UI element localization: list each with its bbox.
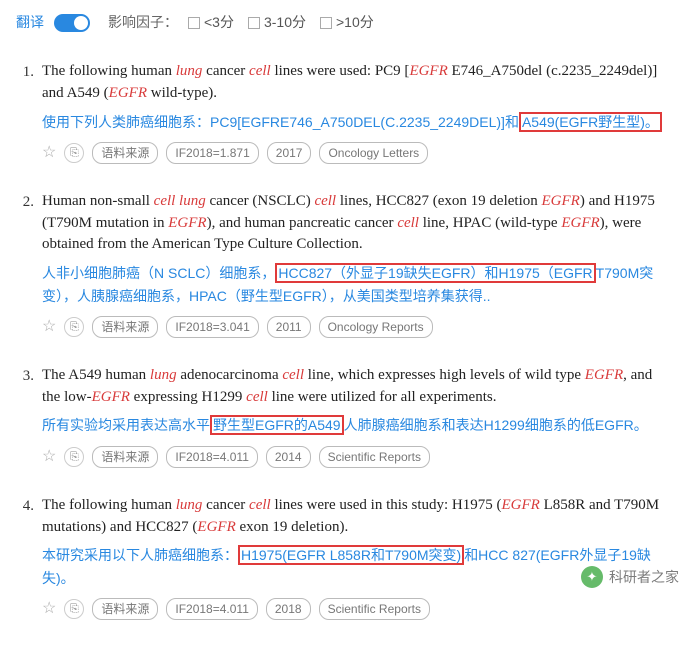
cn-text: 使用下列人类肺癌细胞系：PC9[EGFRE746_A750DEL(C.2235_… — [42, 114, 519, 130]
if-pill: IF2018=4.011 — [166, 598, 258, 620]
english-sentence: The following human lung cancer cell lin… — [42, 61, 673, 105]
watermark-text: 科研者之家 — [609, 567, 679, 588]
if-pill: IF2018=3.041 — [166, 316, 258, 338]
english-sentence: Human non-small cell lung cancer (NSCLC)… — [42, 191, 673, 256]
checkbox-icon — [320, 17, 332, 29]
copy-icon[interactable]: ⎘ — [64, 317, 84, 337]
year-pill: 2017 — [267, 142, 312, 164]
checkbox-icon — [188, 17, 200, 29]
journal-pill[interactable]: Oncology Reports — [319, 316, 433, 338]
result-entry: 3.The A549 human lung adenocarcinoma cel… — [16, 365, 673, 469]
journal-pill[interactable]: Scientific Reports — [319, 446, 430, 468]
gene-keyword: EGFR — [197, 519, 235, 535]
cn-text: 人非小细胞肺癌（N SCLC）细胞系， — [42, 265, 275, 281]
journal-pill[interactable]: Oncology Letters — [319, 142, 428, 164]
impact-factor-label: 影响因子： — [108, 12, 178, 33]
copy-icon[interactable]: ⎘ — [64, 599, 84, 619]
keyword: cell — [397, 215, 419, 231]
source-pill[interactable]: 语料来源 — [92, 316, 158, 338]
filter-gt10[interactable]: >10分 — [320, 12, 374, 33]
highlighted-span: HCC827（外显子19缺失EGFR）和H1975（EGFR — [275, 263, 595, 283]
copy-icon[interactable]: ⎘ — [64, 447, 84, 467]
source-pill[interactable]: 语料来源 — [92, 598, 158, 620]
chinese-translation[interactable]: 使用下列人类肺癌细胞系：PC9[EGFRE746_A750DEL(C.2235_… — [42, 111, 673, 133]
meta-row: ☆ ⎘ 语料来源 IF2018=4.011 2018 Scientific Reports — [42, 597, 673, 621]
entry-number: 1. — [16, 61, 42, 165]
star-icon[interactable]: ☆ — [42, 315, 56, 339]
keyword: cell — [282, 367, 304, 383]
entry-number: 4. — [16, 495, 42, 621]
gene-keyword: EGFR — [168, 215, 206, 231]
star-icon[interactable]: ☆ — [42, 445, 56, 469]
translate-toggle[interactable] — [54, 14, 90, 32]
keyword: cell lung — [154, 193, 206, 209]
checkbox-icon — [248, 17, 260, 29]
cn-text: 本研究采用以下人肺癌细胞系： — [42, 547, 238, 563]
result-entry: 1.The following human lung cancer cell l… — [16, 61, 673, 165]
gene-keyword: EGFR — [92, 389, 130, 405]
keyword: cell — [249, 63, 271, 79]
chinese-translation[interactable]: 本研究采用以下人肺癌细胞系：H1975(EGFR L858R和T790M突变)和… — [42, 544, 673, 589]
keyword: cell — [246, 389, 268, 405]
gene-keyword: EGFR — [561, 215, 599, 231]
source-pill[interactable]: 语料来源 — [92, 142, 158, 164]
english-sentence: The A549 human lung adenocarcinoma cell … — [42, 365, 673, 409]
highlighted-span: 野生型EGFR的A549 — [210, 415, 344, 435]
copy-icon[interactable]: ⎘ — [64, 143, 84, 163]
year-pill: 2014 — [266, 446, 311, 468]
chinese-translation[interactable]: 所有实验均采用表达高水平野生型EGFR的A549人肺腺癌细胞系和表达H1299细… — [42, 414, 673, 436]
chinese-translation[interactable]: 人非小细胞肺癌（N SCLC）细胞系，HCC827（外显子19缺失EGFR）和H… — [42, 262, 673, 307]
keyword: lung — [176, 63, 203, 79]
year-pill: 2011 — [267, 316, 311, 338]
translate-label: 翻译 — [16, 12, 44, 33]
english-sentence: The following human lung cancer cell lin… — [42, 495, 673, 539]
keyword: lung — [176, 497, 203, 513]
meta-row: ☆ ⎘ 语料来源 IF2018=3.041 2011 Oncology Reports — [42, 315, 673, 339]
gene-keyword: EGFR — [109, 85, 147, 101]
highlighted-span: H1975(EGFR L858R和T790M突变) — [238, 545, 464, 565]
filter-3-10[interactable]: 3-10分 — [248, 12, 306, 33]
gene-keyword: EGFR — [542, 193, 580, 209]
gene-keyword: EGFR — [502, 497, 540, 513]
cn-text: 人肺腺癌细胞系和表达H1299细胞系的低EGFR。 — [344, 417, 648, 433]
star-icon[interactable]: ☆ — [42, 141, 56, 165]
result-entry: 4.The following human lung cancer cell l… — [16, 495, 673, 621]
meta-row: ☆ ⎘ 语料来源 IF2018=1.871 2017 Oncology Letters — [42, 141, 673, 165]
star-icon[interactable]: ☆ — [42, 597, 56, 621]
watermark: ✦ 科研者之家 — [581, 566, 679, 588]
top-filter-bar: 翻译 影响因子： <3分 3-10分 >10分 — [16, 12, 673, 33]
gene-keyword: EGFR — [409, 63, 447, 79]
cn-text: 所有实验均采用表达高水平 — [42, 417, 210, 433]
keyword: cell — [314, 193, 336, 209]
year-pill: 2018 — [266, 598, 311, 620]
keyword: cell — [249, 497, 271, 513]
filter-lt3[interactable]: <3分 — [188, 12, 234, 33]
gene-keyword: EGFR — [585, 367, 623, 383]
if-pill: IF2018=1.871 — [166, 142, 258, 164]
result-entry: 2.Human non-small cell lung cancer (NSCL… — [16, 191, 673, 339]
meta-row: ☆ ⎘ 语料来源 IF2018=4.011 2014 Scientific Reports — [42, 445, 673, 469]
highlighted-span: A549(EGFR野生型)。 — [519, 112, 662, 132]
entry-number: 2. — [16, 191, 42, 339]
source-pill[interactable]: 语料来源 — [92, 446, 158, 468]
journal-pill[interactable]: Scientific Reports — [319, 598, 430, 620]
keyword: lung — [150, 367, 177, 383]
impact-factor-filters: <3分 3-10分 >10分 — [188, 12, 374, 33]
wechat-icon: ✦ — [581, 566, 603, 588]
entry-number: 3. — [16, 365, 42, 469]
if-pill: IF2018=4.011 — [166, 446, 258, 468]
